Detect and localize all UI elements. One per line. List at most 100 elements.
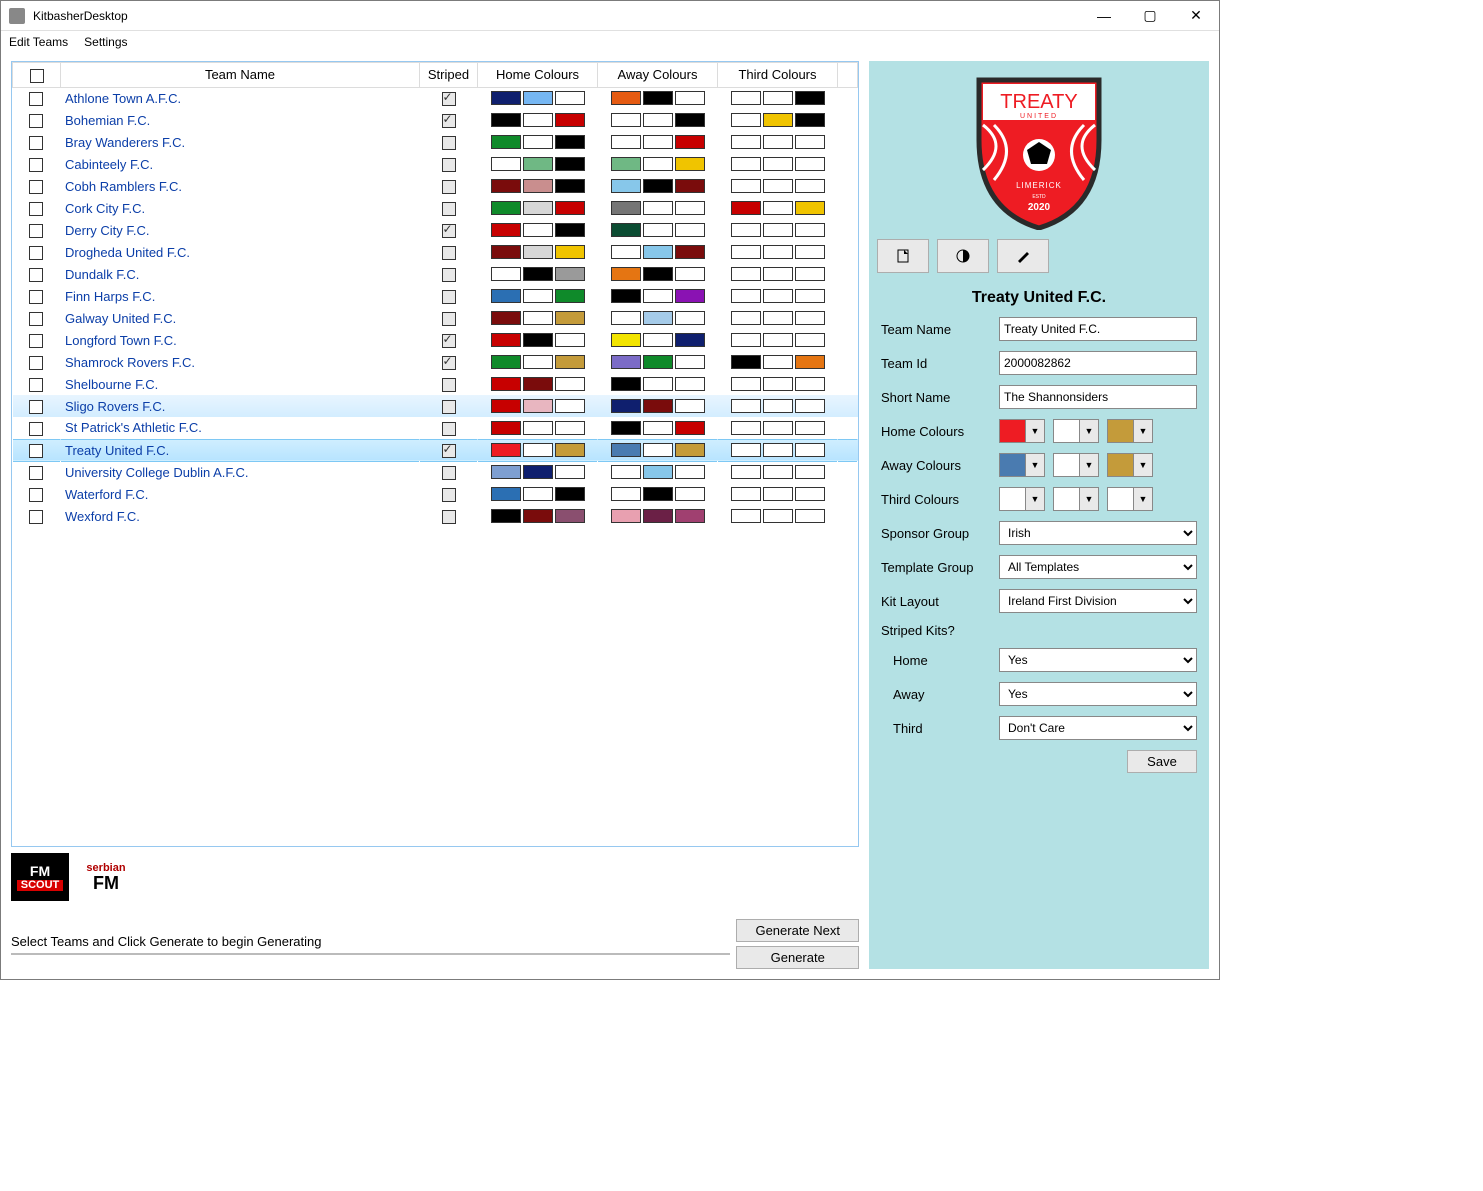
- table-row[interactable]: University College Dublin A.F.C.: [13, 461, 858, 483]
- row-checkbox[interactable]: [29, 92, 43, 106]
- table-row[interactable]: Dundalk F.C.: [13, 263, 858, 285]
- generate-next-button[interactable]: Generate Next: [736, 919, 859, 942]
- table-row[interactable]: Wexford F.C.: [13, 505, 858, 527]
- striped-checkbox[interactable]: [442, 202, 456, 216]
- row-checkbox[interactable]: [29, 466, 43, 480]
- table-row[interactable]: Treaty United F.C.: [13, 439, 858, 461]
- striped-checkbox[interactable]: [442, 92, 456, 106]
- row-checkbox[interactable]: [29, 510, 43, 524]
- row-checkbox[interactable]: [29, 312, 43, 326]
- row-checkbox[interactable]: [29, 378, 43, 392]
- striped-checkbox[interactable]: [442, 400, 456, 414]
- template-select[interactable]: All Templates: [999, 555, 1197, 579]
- colour-swatch: [675, 91, 705, 105]
- striped-checkbox[interactable]: [442, 378, 456, 392]
- menu-settings[interactable]: Settings: [84, 35, 127, 49]
- colour-box: [1108, 488, 1134, 510]
- table-row[interactable]: Sligo Rovers F.C.: [13, 395, 858, 417]
- col-striped[interactable]: Striped: [420, 63, 478, 88]
- striped-checkbox[interactable]: [442, 136, 456, 150]
- row-checkbox[interactable]: [29, 180, 43, 194]
- row-checkbox[interactable]: [29, 224, 43, 238]
- row-checkbox[interactable]: [29, 444, 43, 458]
- table-row[interactable]: Waterford F.C.: [13, 483, 858, 505]
- table-row[interactable]: Drogheda United F.C.: [13, 241, 858, 263]
- minimize-button[interactable]: —: [1081, 1, 1127, 31]
- striped-checkbox[interactable]: [442, 356, 456, 370]
- select-all-checkbox[interactable]: [30, 69, 44, 83]
- home-colour-picker[interactable]: ▼: [1053, 419, 1099, 443]
- striped-checkbox[interactable]: [442, 312, 456, 326]
- table-row[interactable]: Bray Wanderers F.C.: [13, 131, 858, 153]
- close-button[interactable]: ✕: [1173, 1, 1219, 31]
- col-check[interactable]: [13, 63, 61, 88]
- striped-third-select[interactable]: Don't Care: [999, 716, 1197, 740]
- third-colour-picker[interactable]: ▼: [999, 487, 1045, 511]
- table-row[interactable]: Cabinteely F.C.: [13, 153, 858, 175]
- striped-checkbox[interactable]: [442, 246, 456, 260]
- kit-select[interactable]: Ireland First Division: [999, 589, 1197, 613]
- table-row[interactable]: Shelbourne F.C.: [13, 373, 858, 395]
- colour-swatch: [555, 135, 585, 149]
- menu-edit-teams[interactable]: Edit Teams: [9, 35, 68, 49]
- away-colour-picker[interactable]: ▼: [999, 453, 1045, 477]
- striped-checkbox[interactable]: [442, 466, 456, 480]
- table-row[interactable]: Longford Town F.C.: [13, 329, 858, 351]
- striped-checkbox[interactable]: [442, 488, 456, 502]
- team-id-field[interactable]: [999, 351, 1197, 375]
- striped-checkbox[interactable]: [442, 180, 456, 194]
- striped-checkbox[interactable]: [442, 158, 456, 172]
- striped-checkbox[interactable]: [442, 444, 456, 458]
- third-colour-picker[interactable]: ▼: [1053, 487, 1099, 511]
- striped-checkbox[interactable]: [442, 334, 456, 348]
- col-away[interactable]: Away Colours: [598, 63, 718, 88]
- row-checkbox[interactable]: [29, 268, 43, 282]
- striped-checkbox[interactable]: [442, 510, 456, 524]
- team-name-field[interactable]: [999, 317, 1197, 341]
- table-row[interactable]: Cork City F.C.: [13, 197, 858, 219]
- striped-checkbox[interactable]: [442, 114, 456, 128]
- striped-away-select[interactable]: Yes: [999, 682, 1197, 706]
- striped-checkbox[interactable]: [442, 290, 456, 304]
- row-checkbox[interactable]: [29, 290, 43, 304]
- third-colour-picker[interactable]: ▼: [1107, 487, 1153, 511]
- away-colour-picker[interactable]: ▼: [1107, 453, 1153, 477]
- table-row[interactable]: Athlone Town A.F.C.: [13, 87, 858, 109]
- info-tab-button[interactable]: [877, 239, 929, 273]
- row-checkbox[interactable]: [29, 400, 43, 414]
- row-checkbox[interactable]: [29, 488, 43, 502]
- row-checkbox[interactable]: [29, 246, 43, 260]
- striped-checkbox[interactable]: [442, 268, 456, 282]
- short-name-field[interactable]: [999, 385, 1197, 409]
- col-third[interactable]: Third Colours: [718, 63, 838, 88]
- row-checkbox[interactable]: [29, 356, 43, 370]
- striped-checkbox[interactable]: [442, 224, 456, 238]
- table-row[interactable]: Galway United F.C.: [13, 307, 858, 329]
- row-checkbox[interactable]: [29, 202, 43, 216]
- home-colour-picker[interactable]: ▼: [1107, 419, 1153, 443]
- save-button[interactable]: Save: [1127, 750, 1197, 773]
- row-checkbox[interactable]: [29, 158, 43, 172]
- table-row[interactable]: Shamrock Rovers F.C.: [13, 351, 858, 373]
- contrast-tab-button[interactable]: [937, 239, 989, 273]
- home-colour-picker[interactable]: ▼: [999, 419, 1045, 443]
- table-row[interactable]: Derry City F.C.: [13, 219, 858, 241]
- maximize-button[interactable]: ▢: [1127, 1, 1173, 31]
- table-row[interactable]: Finn Harps F.C.: [13, 285, 858, 307]
- sponsor-select[interactable]: Irish: [999, 521, 1197, 545]
- brush-tab-button[interactable]: [997, 239, 1049, 273]
- row-checkbox[interactable]: [29, 334, 43, 348]
- table-row[interactable]: St Patrick's Athletic F.C.: [13, 417, 858, 439]
- generate-button[interactable]: Generate: [736, 946, 859, 969]
- row-checkbox[interactable]: [29, 114, 43, 128]
- colour-swatch: [675, 113, 705, 127]
- striped-home-select[interactable]: Yes: [999, 648, 1197, 672]
- away-colour-picker[interactable]: ▼: [1053, 453, 1099, 477]
- col-team-name[interactable]: Team Name: [61, 63, 420, 88]
- row-checkbox[interactable]: [29, 422, 43, 436]
- table-row[interactable]: Bohemian F.C.: [13, 109, 858, 131]
- striped-checkbox[interactable]: [442, 422, 456, 436]
- row-checkbox[interactable]: [29, 136, 43, 150]
- table-row[interactable]: Cobh Ramblers F.C.: [13, 175, 858, 197]
- col-home[interactable]: Home Colours: [478, 63, 598, 88]
